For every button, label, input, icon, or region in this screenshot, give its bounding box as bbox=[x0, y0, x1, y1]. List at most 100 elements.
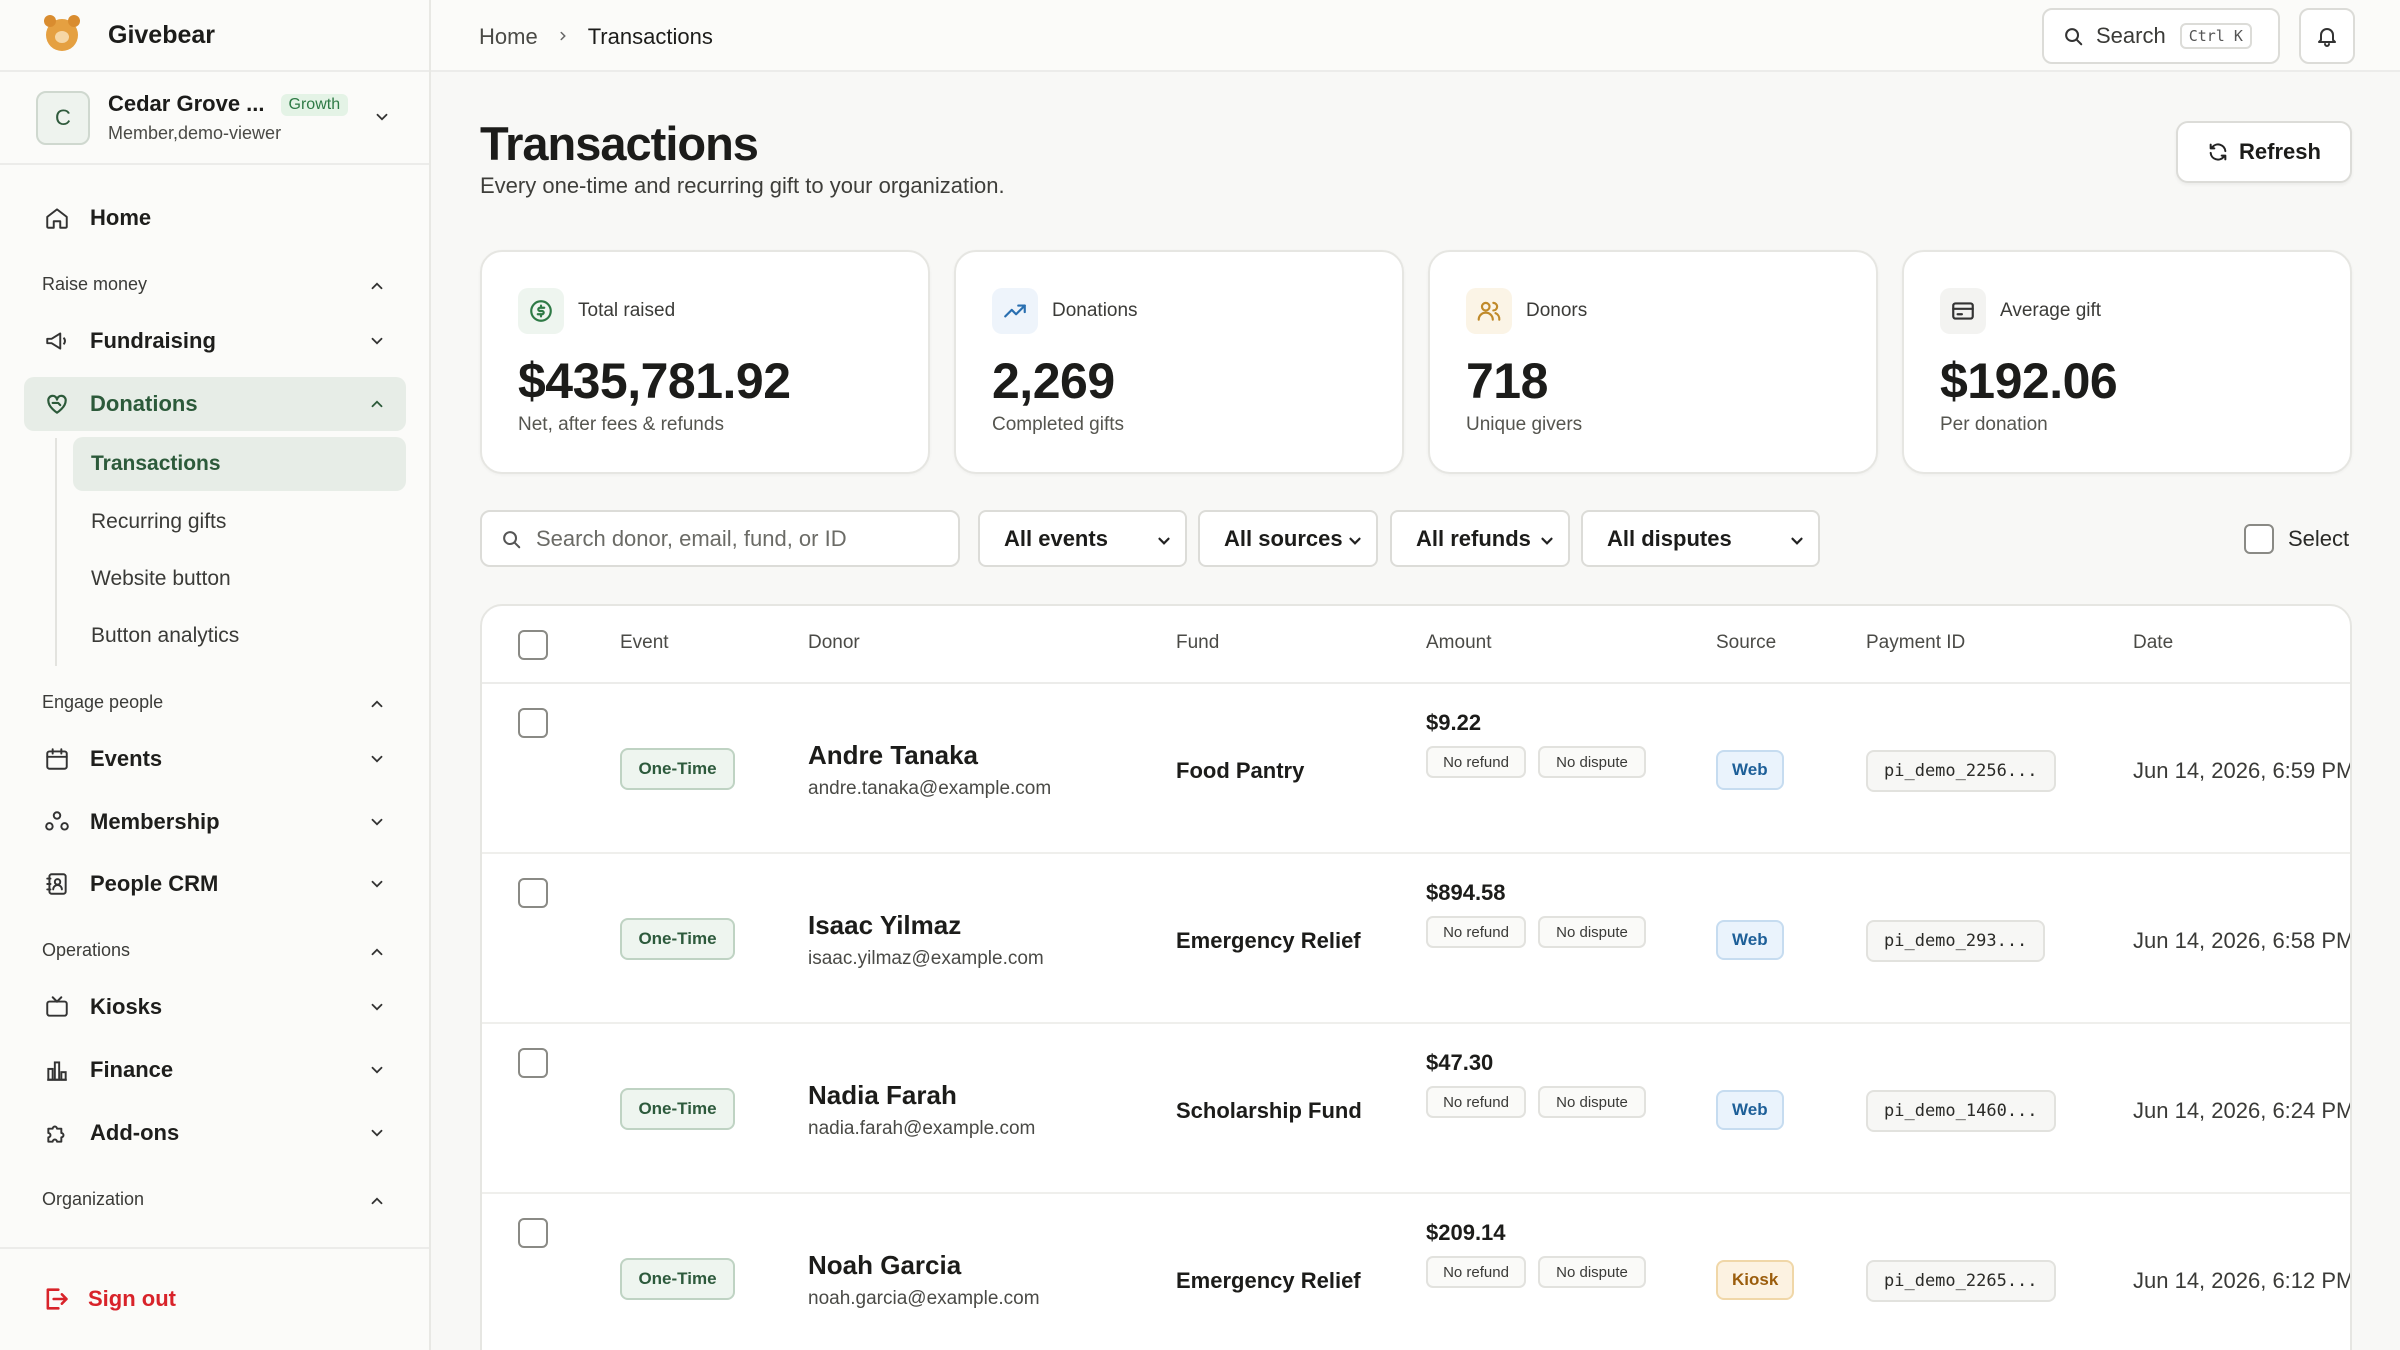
dollar-circle-icon bbox=[518, 288, 564, 334]
notifications-button[interactable] bbox=[2299, 8, 2355, 64]
breadcrumb-current: Transactions bbox=[587, 24, 713, 49]
event-type-badge: One-Time bbox=[620, 1088, 735, 1130]
refund-status-badge: No refund bbox=[1426, 746, 1526, 778]
transaction-search[interactable] bbox=[480, 510, 960, 567]
column-header-payment-id[interactable]: Payment ID bbox=[1866, 632, 1965, 654]
trending-up-icon bbox=[992, 288, 1038, 334]
tv-icon bbox=[42, 992, 72, 1022]
row-checkbox[interactable] bbox=[518, 708, 548, 738]
global-search-button[interactable]: Search Ctrl K bbox=[2042, 8, 2280, 64]
stat-value: $192.06 bbox=[1940, 353, 2118, 409]
column-header-event[interactable]: Event bbox=[620, 632, 669, 654]
stat-value: $435,781.92 bbox=[518, 353, 791, 409]
donor-name[interactable]: Andre Tanaka bbox=[808, 740, 978, 771]
column-header-date[interactable]: Date bbox=[2133, 632, 2173, 654]
search-icon bbox=[2065, 28, 2083, 46]
section-raise-money[interactable]: Raise money bbox=[42, 274, 147, 295]
payment-id[interactable]: pi_demo_2256... bbox=[1866, 750, 2056, 792]
credit-card-icon bbox=[1940, 288, 1986, 334]
sources-filter-value: All sources bbox=[1224, 525, 1343, 551]
chevron-down-icon bbox=[368, 748, 386, 774]
stat-label: Donations bbox=[1052, 300, 1138, 321]
dispute-status-badge: No dispute bbox=[1538, 746, 1646, 778]
search-icon bbox=[503, 530, 521, 548]
nav-events[interactable]: Events bbox=[24, 732, 406, 786]
refresh-label: Refresh bbox=[2239, 139, 2321, 164]
row-checkbox[interactable] bbox=[518, 1048, 548, 1078]
donor-email: nadia.farah@example.com bbox=[808, 1118, 1036, 1139]
nav-people-crm[interactable]: People CRM bbox=[24, 857, 406, 911]
org-switcher[interactable]: C Cedar Grove ... Growth Member,demo-view… bbox=[0, 72, 429, 165]
column-header-amount[interactable]: Amount bbox=[1426, 632, 1491, 654]
table-row[interactable]: One-Time Andre Tanaka andre.tanaka@examp… bbox=[482, 684, 2350, 854]
sign-out-label: Sign out bbox=[88, 1286, 176, 1311]
payment-id[interactable]: pi_demo_1460... bbox=[1866, 1090, 2056, 1132]
chevron-down-icon bbox=[368, 330, 386, 356]
contact-book-icon bbox=[42, 869, 72, 899]
transaction-date: Jun 14, 2026, 6:58 PM bbox=[2133, 928, 2352, 953]
chevron-down-icon bbox=[368, 996, 386, 1022]
source-badge: Web bbox=[1716, 1090, 1784, 1130]
brand[interactable]: Givebear bbox=[0, 0, 429, 72]
bell-icon bbox=[2318, 28, 2336, 47]
event-type-badge: One-Time bbox=[620, 748, 735, 790]
column-header-fund[interactable]: Fund bbox=[1176, 632, 1219, 654]
chevron-up-icon[interactable] bbox=[368, 1192, 386, 1215]
chevron-up-icon[interactable] bbox=[368, 277, 386, 300]
events-filter-select[interactable]: All events bbox=[978, 510, 1187, 567]
select-all-checkbox[interactable] bbox=[518, 630, 548, 660]
brand-name: Givebear bbox=[108, 20, 216, 49]
megaphone-icon bbox=[42, 326, 72, 356]
nav-website-button[interactable]: Website button bbox=[73, 552, 406, 606]
section-engage-people[interactable]: Engage people bbox=[42, 692, 163, 713]
column-header-source[interactable]: Source bbox=[1716, 632, 1776, 654]
sign-out-button[interactable]: Sign out bbox=[42, 1285, 176, 1313]
breadcrumb-home[interactable]: Home bbox=[479, 24, 538, 50]
amount-value: $209.14 bbox=[1426, 1220, 1506, 1245]
table-row[interactable]: One-Time Noah Garcia noah.garcia@example… bbox=[482, 1194, 2350, 1350]
row-checkbox[interactable] bbox=[518, 1218, 548, 1248]
stat-value: 2,269 bbox=[992, 353, 1115, 409]
nav-recurring-gifts[interactable]: Recurring gifts bbox=[73, 495, 406, 549]
nav-kiosks[interactable]: Kiosks bbox=[24, 980, 406, 1034]
chevron-up-icon[interactable] bbox=[368, 943, 386, 966]
sources-filter-select[interactable]: All sources bbox=[1198, 510, 1378, 567]
select-mode-label: Select bbox=[2288, 526, 2350, 551]
donor-email: andre.tanaka@example.com bbox=[808, 778, 1052, 799]
select-mode-checkbox[interactable] bbox=[2244, 524, 2274, 554]
payment-id[interactable]: pi_demo_2265... bbox=[1866, 1260, 2056, 1302]
nav-finance[interactable]: Finance bbox=[24, 1043, 406, 1097]
nav-home[interactable]: Home bbox=[24, 191, 406, 245]
logout-icon bbox=[46, 1288, 68, 1310]
events-filter-value: All events bbox=[1004, 525, 1108, 551]
stat-label: Donors bbox=[1526, 300, 1588, 321]
payment-id[interactable]: pi_demo_293... bbox=[1866, 920, 2046, 962]
transaction-date: Jun 14, 2026, 6:59 PM bbox=[2133, 758, 2352, 783]
column-header-donor[interactable]: Donor bbox=[808, 632, 860, 654]
nav-donations[interactable]: Donations bbox=[24, 377, 406, 431]
refresh-button[interactable]: Refresh bbox=[2176, 121, 2352, 183]
transaction-search-input[interactable] bbox=[536, 525, 936, 552]
donor-name[interactable]: Nadia Farah bbox=[808, 1080, 957, 1111]
row-checkbox[interactable] bbox=[518, 878, 548, 908]
select-mode-toggle[interactable]: Select bbox=[2244, 524, 2349, 554]
section-organization[interactable]: Organization bbox=[42, 1189, 144, 1210]
table-row[interactable]: One-Time Isaac Yilmaz isaac.yilmaz@examp… bbox=[482, 854, 2350, 1024]
donor-name[interactable]: Noah Garcia bbox=[808, 1250, 961, 1281]
source-badge: Kiosk bbox=[1716, 1260, 1795, 1300]
table-row[interactable]: One-Time Nadia Farah nadia.farah@example… bbox=[482, 1024, 2350, 1194]
donor-name[interactable]: Isaac Yilmaz bbox=[808, 910, 961, 941]
nav-fundraising[interactable]: Fundraising bbox=[24, 314, 406, 368]
fund-name: Food Pantry bbox=[1176, 758, 1305, 783]
nav-transactions[interactable]: Transactions bbox=[73, 437, 406, 491]
disputes-filter-select[interactable]: All disputes bbox=[1581, 510, 1820, 567]
org-name: Cedar Grove ... bbox=[108, 91, 265, 116]
nav-membership[interactable]: Membership bbox=[24, 795, 406, 849]
section-operations[interactable]: Operations bbox=[42, 940, 130, 961]
chevron-down-icon bbox=[1788, 530, 1806, 556]
users-icon bbox=[1466, 288, 1512, 334]
chevron-up-icon[interactable] bbox=[368, 695, 386, 718]
nav-add-ons[interactable]: Add-ons bbox=[24, 1106, 406, 1160]
refunds-filter-select[interactable]: All refunds bbox=[1390, 510, 1570, 567]
nav-button-analytics[interactable]: Button analytics bbox=[73, 609, 406, 663]
